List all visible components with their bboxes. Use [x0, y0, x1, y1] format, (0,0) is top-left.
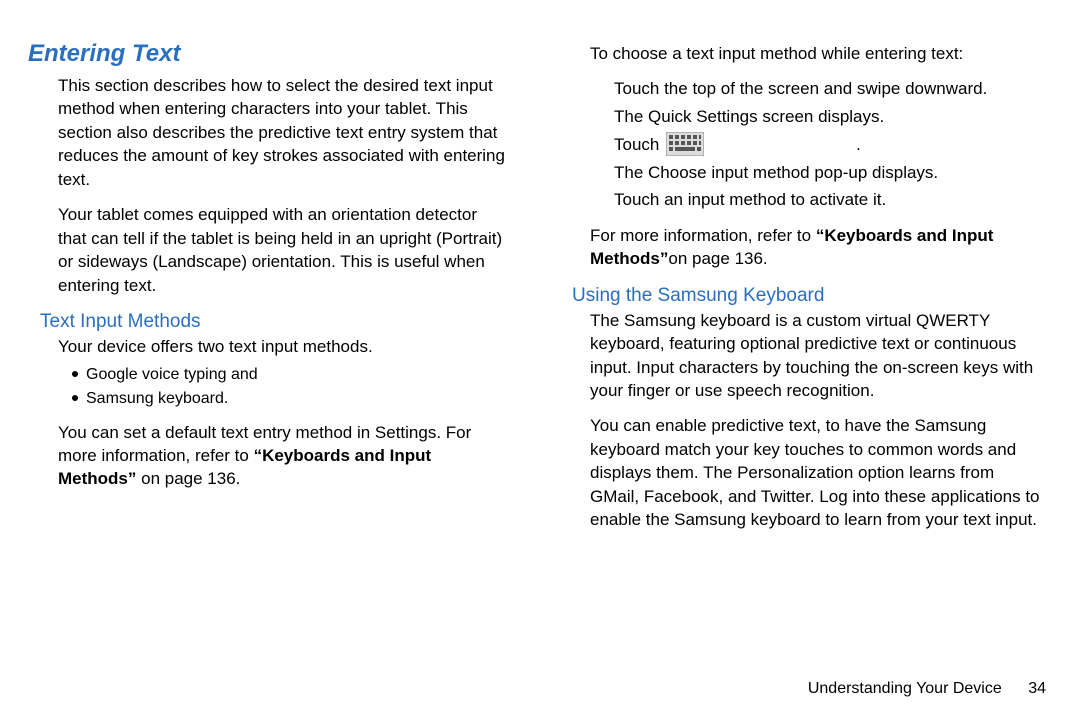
- step-popup-displays: The Choose input method pop-up displays.: [614, 161, 1042, 184]
- right-column: To choose a text input method while ente…: [560, 40, 1042, 544]
- subhead-samsung-keyboard: Using the Samsung Keyboard: [572, 285, 1042, 307]
- step-swipe-down: Touch the top of the screen and swipe do…: [614, 77, 1042, 100]
- section-title: Entering Text: [28, 40, 510, 68]
- two-column-layout: Entering Text This section describes how…: [28, 40, 1052, 544]
- step-touch-keyboard: Touch .: [614, 132, 1042, 156]
- methods-lead: Your device offers two text input method…: [58, 335, 510, 358]
- chapter-name: Understanding Your Device: [808, 680, 1002, 697]
- list-item: Samsung keyboard.: [72, 387, 510, 411]
- text-fragment: Touch: [614, 135, 664, 154]
- step-quick-settings: The Quick Settings screen displays.: [614, 105, 1042, 128]
- samsung-keyboard-desc: The Samsung keyboard is a custom virtual…: [590, 309, 1042, 403]
- page-number: 34: [1028, 680, 1046, 698]
- subhead-text-input-methods: Text Input Methods: [40, 311, 510, 333]
- intro-paragraph-1: This section describes how to select the…: [58, 74, 510, 191]
- predictive-text-desc: You can enable predictive text, to have …: [590, 414, 1042, 531]
- left-column: Entering Text This section describes how…: [28, 40, 510, 544]
- keyboard-icon: [666, 132, 704, 156]
- more-info-ref: For more information, refer to “Keyboard…: [590, 224, 1042, 271]
- step-activate: Touch an input method to activate it.: [614, 188, 1042, 211]
- text-fragment: For more information, refer to: [590, 226, 816, 245]
- input-methods-list: Google voice typing and Samsung keyboard…: [72, 363, 510, 411]
- text-fragment: on page 136.: [668, 249, 767, 268]
- default-method-info: You can set a default text entry method …: [58, 421, 510, 491]
- text-fragment: .: [856, 135, 861, 154]
- choose-method-lead: To choose a text input method while ente…: [590, 42, 1042, 65]
- page-footer: Understanding Your Device 34: [808, 680, 1046, 698]
- list-item: Google voice typing and: [72, 363, 510, 387]
- intro-paragraph-2: Your tablet comes equipped with an orien…: [58, 203, 510, 297]
- text-fragment: on page 136.: [136, 469, 240, 488]
- page: Entering Text This section describes how…: [0, 0, 1080, 720]
